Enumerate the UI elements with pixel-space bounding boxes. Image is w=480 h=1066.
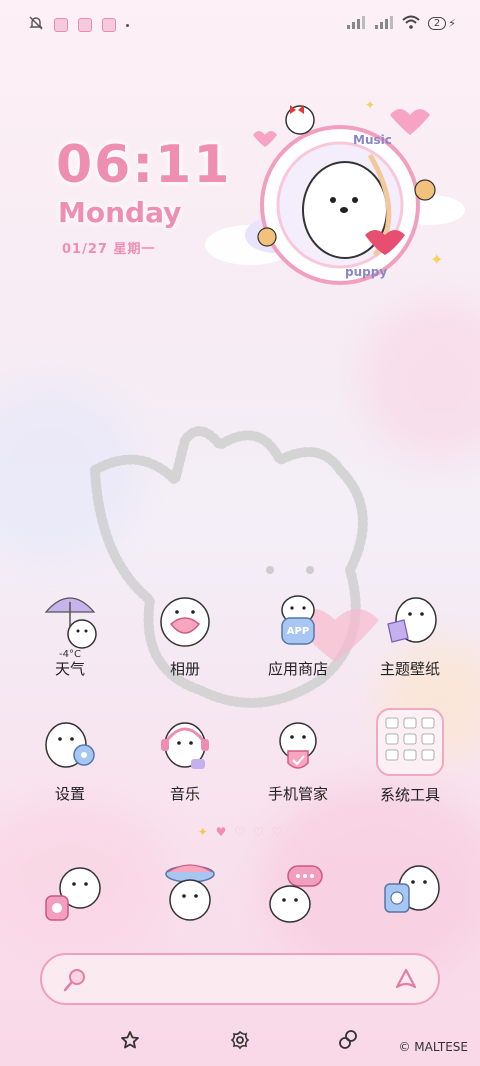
gallery-bear-icon <box>153 590 217 654</box>
battery-level: 2 <box>427 17 447 30</box>
dock-camera[interactable] <box>375 860 455 930</box>
app-label: 手机管家 <box>267 785 328 803</box>
wifi-icon <box>402 14 420 33</box>
app-weather[interactable]: -4°C 天气 <box>15 590 125 679</box>
app-label: 应用商店 <box>267 660 328 678</box>
dock-messages[interactable] <box>262 860 342 930</box>
svg-text:✦: ✦ <box>430 250 443 269</box>
search-icon <box>62 967 88 997</box>
settings-bear-icon <box>38 715 102 779</box>
app-store[interactable]: APP 应用商店 <box>243 590 353 679</box>
signal-2-icon <box>374 14 394 33</box>
page-dot-icon: ♡ <box>234 825 246 839</box>
app-store-badge: APP <box>286 626 310 637</box>
page-indicator-star-icon: ✦ <box>197 825 208 839</box>
home-flower-icon[interactable] <box>118 1028 142 1052</box>
page-dot-active-icon: ♥ <box>215 825 227 839</box>
app-system-tools-folder[interactable]: 系统工具 <box>355 708 465 805</box>
messages-bear-icon <box>269 865 323 923</box>
dock-phone[interactable] <box>36 860 116 930</box>
app-phone-manager[interactable]: 手机管家 <box>243 715 353 804</box>
phone-manager-bear-icon <box>266 715 330 779</box>
app-label: 相册 <box>169 660 200 678</box>
music-bear-icon <box>153 715 217 779</box>
app-music[interactable]: 音乐 <box>130 715 240 804</box>
camera-bear-icon <box>384 865 440 913</box>
page-dot-icon: ♡ <box>271 825 283 839</box>
weather-umbrella-bear-icon: -4°C <box>38 590 102 660</box>
back-hearts-icon[interactable] <box>336 1028 360 1052</box>
phone-bear-icon <box>45 867 101 921</box>
copyright-text: © MALTESE <box>398 1040 468 1054</box>
search-bar[interactable] <box>40 953 440 1005</box>
app-label: 天气 <box>54 660 85 678</box>
music-widget[interactable]: ✦ ✦ Music puppy <box>205 95 470 295</box>
dock-browser[interactable] <box>150 860 230 930</box>
clock-date: 01/27 星期一 <box>62 242 156 257</box>
notification-icon <box>54 18 68 32</box>
recent-flower-icon[interactable] <box>228 1028 252 1052</box>
mute-bell-icon <box>28 15 44 35</box>
more-dot-icon <box>126 23 129 27</box>
battery-indicator: 2 ⚡ <box>427 17 456 30</box>
page-dot-icon: ♡ <box>252 825 264 839</box>
app-label: 主题壁纸 <box>379 660 440 678</box>
status-bar: 2 ⚡ <box>0 0 480 50</box>
weather-temp: -4°C <box>59 649 81 660</box>
page-indicator[interactable]: ✦ ♥ ♡ ♡ ♡ <box>0 825 480 839</box>
charging-icon: ⚡ <box>448 17 456 30</box>
notification-icon <box>102 18 116 32</box>
theme-bear-icon <box>378 590 442 654</box>
app-label: 设置 <box>54 785 85 803</box>
app-theme[interactable]: 主题壁纸 <box>355 590 465 679</box>
browser-bear-icon <box>165 864 215 921</box>
app-label: 系统工具 <box>379 786 440 804</box>
system-tools-folder-icon <box>376 708 444 776</box>
notification-icon <box>78 18 92 32</box>
app-gallery[interactable]: 相册 <box>130 590 240 679</box>
widget-ring-text-top: Music <box>353 133 392 147</box>
app-label: 音乐 <box>169 785 200 803</box>
widget-ring-text-bottom: puppy <box>345 265 388 279</box>
clock-day: Monday <box>58 196 182 229</box>
signal-1-icon <box>346 14 366 33</box>
voice-assistant-icon[interactable] <box>394 967 418 995</box>
app-settings[interactable]: 设置 <box>15 715 125 804</box>
svg-text:✦: ✦ <box>365 98 375 112</box>
app-store-bear-icon: APP <box>266 590 330 654</box>
